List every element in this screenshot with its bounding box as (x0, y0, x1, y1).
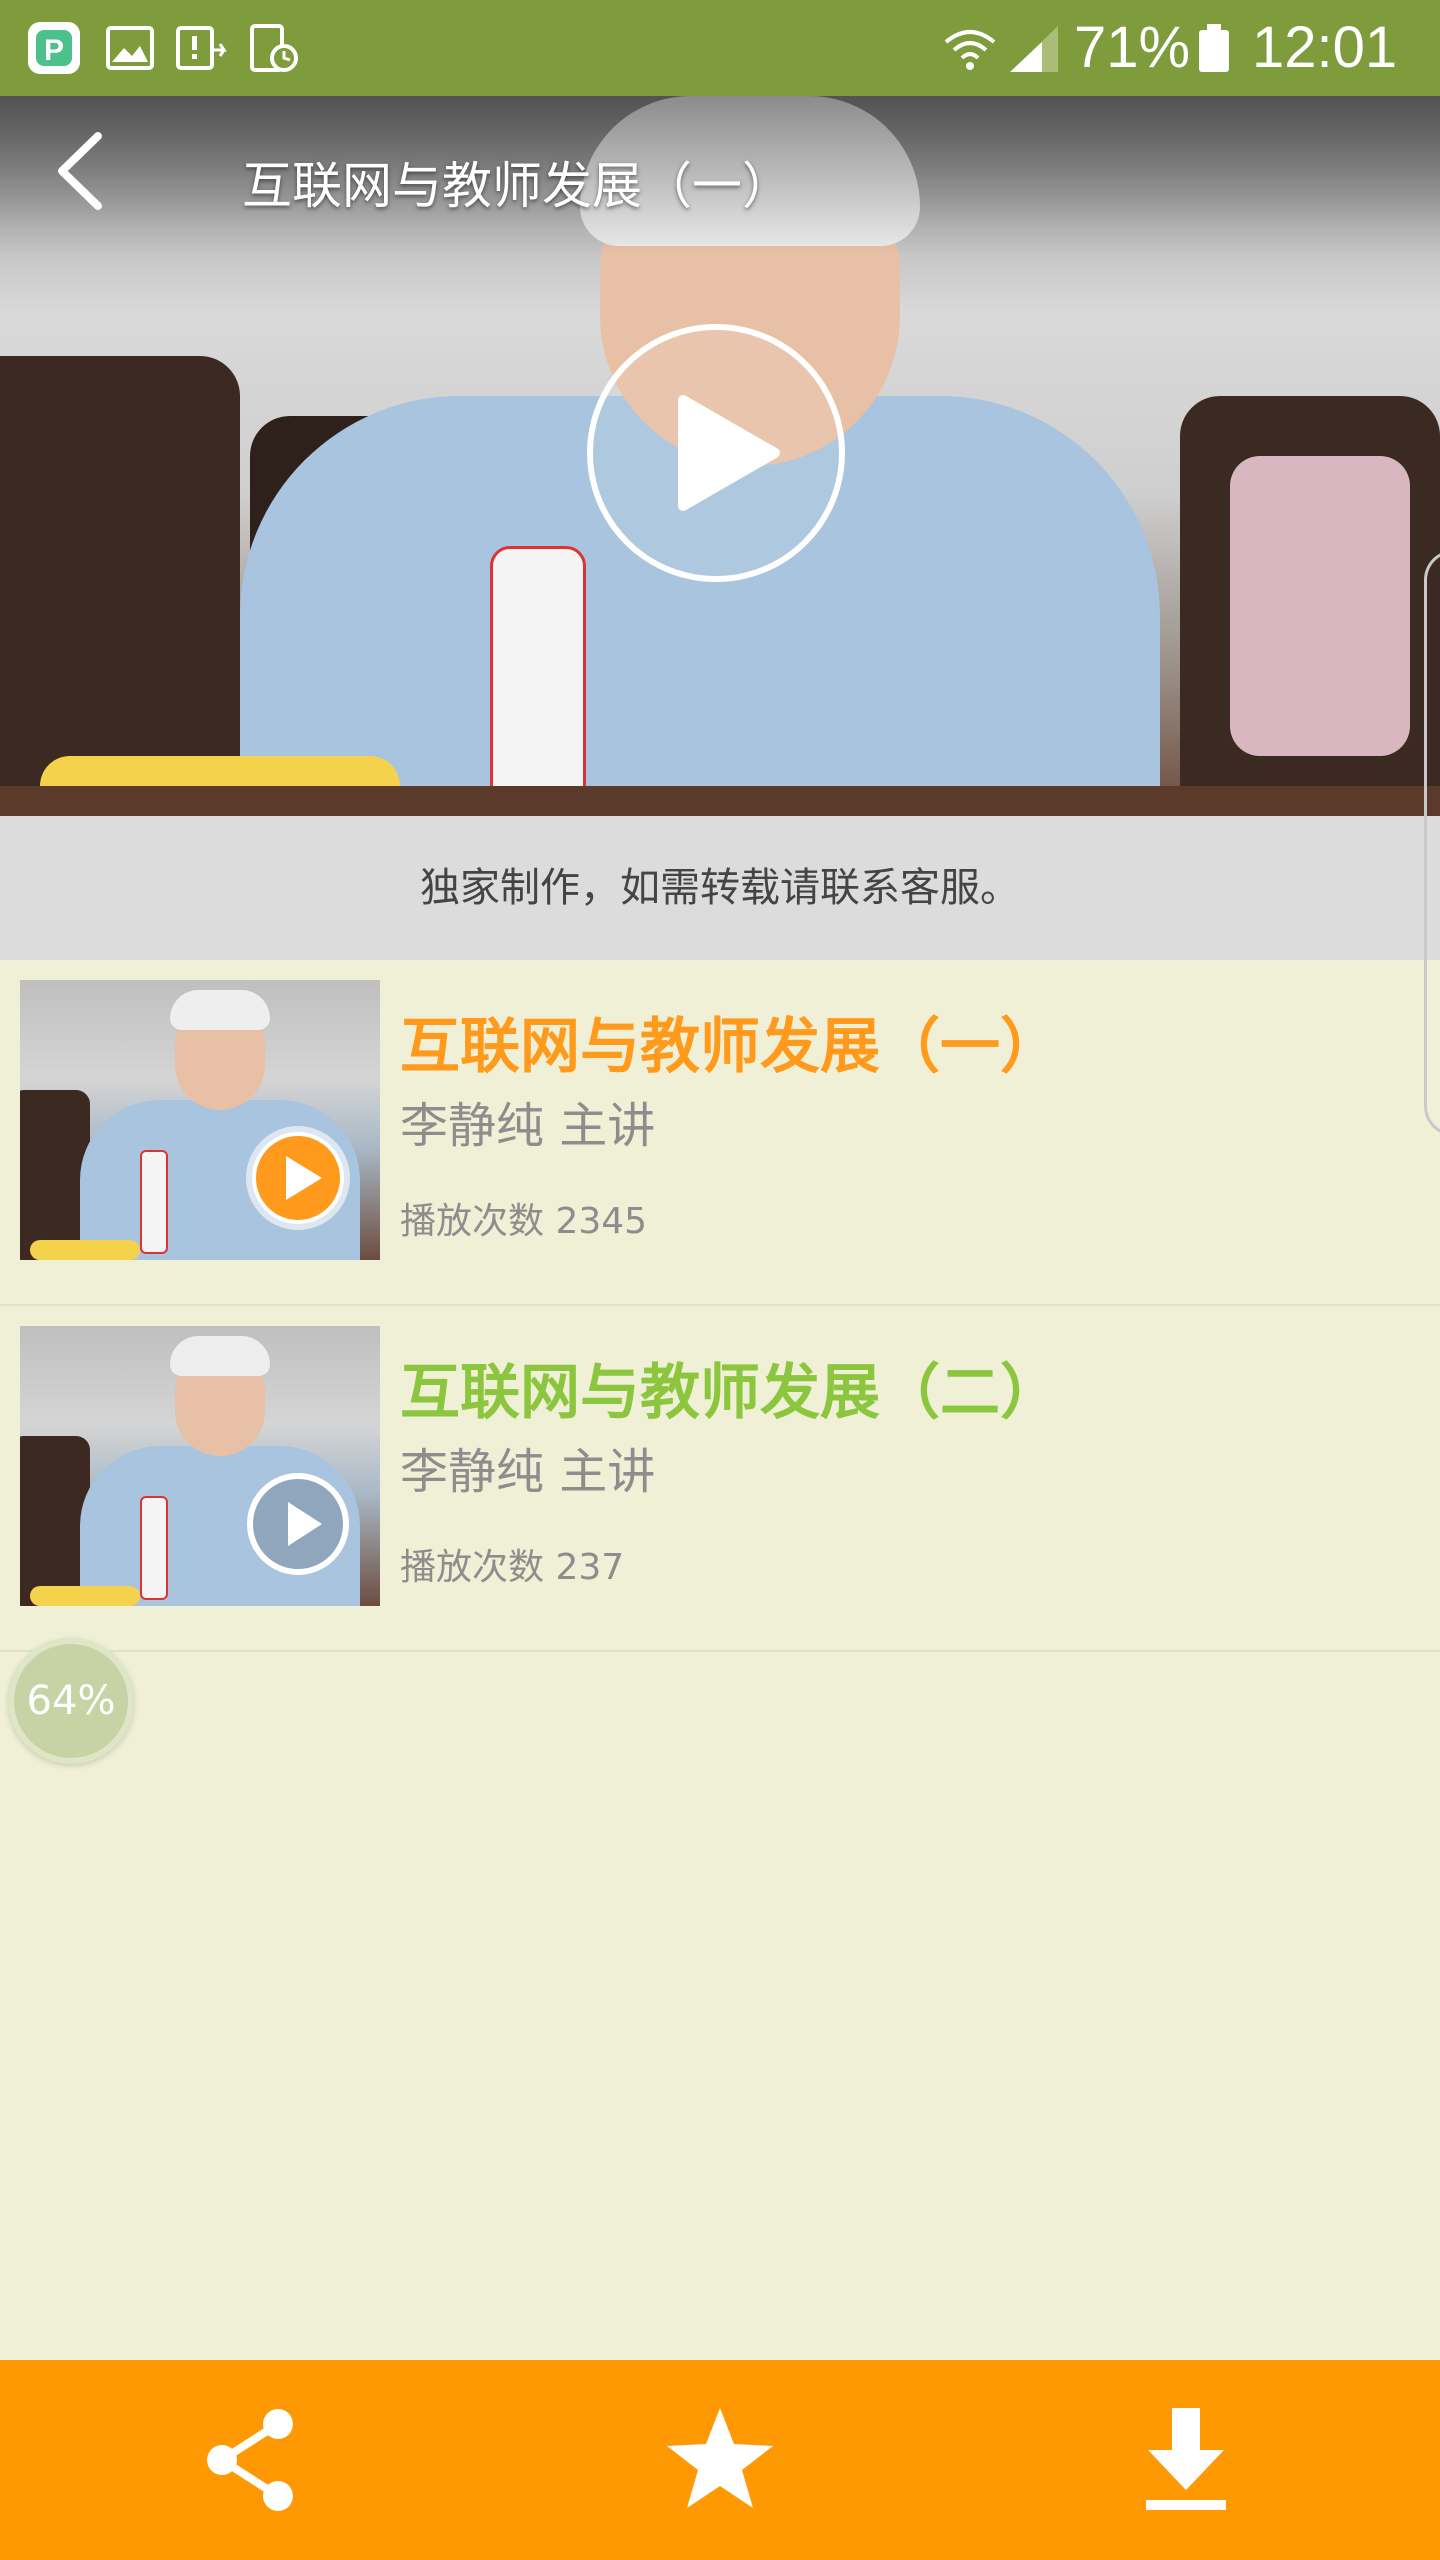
star-icon[interactable] (660, 2400, 780, 2520)
playing-indicator-icon (246, 1126, 350, 1230)
back-arrow-icon[interactable] (40, 126, 120, 216)
table-edge (0, 786, 1440, 816)
episode-title: 互联网与教师发展（一） (400, 1012, 1060, 1082)
image-notification-icon (106, 26, 154, 70)
device-alert-icon (176, 26, 227, 70)
list-item[interactable]: 互联网与教师发展（二） 李静纯 主讲 播放次数 237 (0, 1306, 1440, 1652)
progress-badge: 64% (8, 1638, 134, 1764)
side-person (1230, 456, 1410, 756)
list-item[interactable]: 互联网与教师发展（一） 李静纯 主讲 播放次数 2345 (0, 960, 1440, 1306)
battery-percentage: 71% (1074, 15, 1191, 80)
clock: 12:01 (1252, 15, 1398, 80)
video-title: 互联网与教师发展（一） (242, 157, 792, 215)
episode-thumbnail (20, 1326, 380, 1606)
battery-icon (1199, 24, 1229, 72)
play-button-icon[interactable] (585, 322, 847, 584)
svg-text:P: P (44, 34, 64, 67)
app-p-icon: P (28, 22, 80, 74)
water-bottle (490, 546, 586, 816)
device-clock-icon (250, 24, 298, 72)
chair-left (0, 356, 240, 816)
episode-play-count: 播放次数 237 (400, 1547, 625, 1588)
status-bar: P 71% 12:01 (0, 0, 1440, 96)
download-icon[interactable] (1126, 2400, 1246, 2520)
edge-panel-handle[interactable] (1424, 550, 1440, 1136)
video-player[interactable]: 互联网与教师发展（一） (0, 96, 1440, 816)
play-icon (247, 1473, 349, 1575)
copyright-notice: 独家制作，如需转载请联系客服。 (0, 816, 1440, 960)
episode-play-count: 播放次数 2345 (400, 1201, 648, 1242)
share-icon[interactable] (192, 2400, 312, 2520)
episode-title: 互联网与教师发展（二） (400, 1358, 1060, 1428)
signal-icon (1010, 26, 1058, 72)
episode-presenter: 李静纯 主讲 (400, 1444, 656, 1500)
bottom-action-bar (0, 2360, 1440, 2560)
episode-thumbnail (20, 980, 380, 1260)
wifi-icon (944, 30, 996, 70)
episode-presenter: 李静纯 主讲 (400, 1098, 656, 1154)
